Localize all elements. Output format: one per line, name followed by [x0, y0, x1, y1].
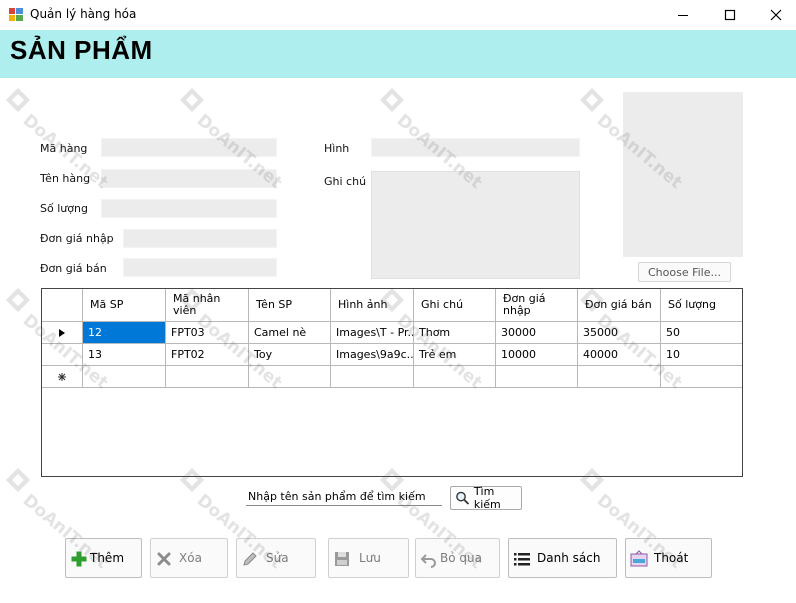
table-cell[interactable]: 50: [661, 322, 742, 344]
exit-button-label: Thoát: [654, 551, 689, 565]
list-icon: [514, 553, 530, 566]
plus-icon: [71, 551, 87, 567]
table-cell-new[interactable]: [249, 366, 331, 388]
save-button[interactable]: Lưu: [328, 538, 409, 578]
so-luong-input[interactable]: [101, 199, 277, 218]
table-cell[interactable]: Toy: [249, 344, 331, 366]
exit-button[interactable]: Thoát: [625, 538, 712, 578]
table-cell-new[interactable]: [83, 366, 166, 388]
minimize-button[interactable]: [660, 0, 706, 30]
save-button-label: Lưu: [359, 551, 381, 565]
table-cell[interactable]: Trẻ em: [414, 344, 496, 366]
ma-hang-input[interactable]: [101, 138, 277, 157]
search-input[interactable]: [246, 488, 442, 506]
undo-icon: [420, 554, 436, 568]
page-title: SẢN PHẨM: [10, 35, 153, 65]
header-banner: SẢN PHẨM: [0, 30, 796, 78]
skip-button-label: Bỏ qua: [440, 551, 482, 565]
table-cell[interactable]: Images\9a9c...: [331, 344, 414, 366]
hinh-input[interactable]: [371, 138, 580, 157]
add-button-label: Thêm: [90, 551, 125, 565]
column-header-don-gia-nhap[interactable]: Đơn giá nhập: [496, 289, 578, 322]
row-pointer-icon: [59, 328, 65, 337]
app-icon: [9, 8, 23, 21]
maximize-icon: [724, 9, 736, 21]
column-header-hinh-anh[interactable]: Hình ảnh: [331, 289, 414, 322]
column-header-so-luong[interactable]: Số lượng: [661, 289, 742, 322]
list-button-label: Danh sách: [537, 551, 601, 565]
ghi-chu-label: Ghi chú: [324, 175, 367, 188]
delete-button[interactable]: Xóa: [150, 538, 228, 578]
floppy-icon: [335, 552, 349, 566]
column-header-ghi-chu[interactable]: Ghi chú: [414, 289, 496, 322]
x-icon: [157, 552, 171, 566]
delete-button-label: Xóa: [179, 551, 202, 565]
table-cell[interactable]: 10000: [496, 344, 578, 366]
close-icon: [770, 9, 782, 21]
grid-corner-header: [42, 289, 83, 322]
table-cell[interactable]: Thơm: [414, 322, 496, 344]
product-data-grid[interactable]: Mã SP Mã nhân viên Tên SP Hình ảnh Ghi c…: [41, 288, 743, 477]
title-bar: Quản lý hàng hóa: [0, 0, 796, 30]
magnifier-icon: [456, 491, 470, 505]
table-cell[interactable]: 40000: [578, 344, 661, 366]
exit-icon: [630, 550, 648, 567]
table-cell[interactable]: FPT03: [166, 322, 249, 344]
column-header-ma-nhan-vien[interactable]: Mã nhân viên: [166, 289, 249, 322]
ten-hang-input[interactable]: [101, 169, 277, 188]
table-cell-new[interactable]: [496, 366, 578, 388]
table-cell[interactable]: Images\T - Pr...: [331, 322, 414, 344]
ghi-chu-textarea[interactable]: [371, 171, 580, 279]
edit-button-label: Sửa: [266, 551, 289, 565]
ten-hang-label: Tên hàng: [40, 172, 91, 185]
skip-button[interactable]: Bỏ qua: [415, 538, 500, 578]
table-cell[interactable]: 10: [661, 344, 742, 366]
column-header-ten-sp[interactable]: Tên SP: [249, 289, 331, 322]
search-button[interactable]: Tìm kiếm: [450, 485, 522, 511]
hinh-label: Hình: [324, 142, 350, 155]
table-cell-new[interactable]: [661, 366, 742, 388]
pencil-icon: [243, 552, 257, 566]
add-button[interactable]: Thêm: [65, 538, 142, 578]
table-cell-new[interactable]: [578, 366, 661, 388]
column-header-ma-sp[interactable]: Mã SP: [83, 289, 166, 322]
product-picture-box: [623, 92, 743, 257]
new-row-icon: [58, 372, 66, 381]
table-cell[interactable]: FPT02: [166, 344, 249, 366]
so-luong-label: Số lượng: [40, 202, 88, 215]
table-cell[interactable]: 30000: [496, 322, 578, 344]
table-cell[interactable]: 12: [83, 322, 166, 344]
don-gia-nhap-label: Đơn giá nhập: [40, 232, 114, 245]
don-gia-ban-label: Đơn giá bán: [40, 262, 107, 275]
edit-button[interactable]: Sửa: [236, 538, 316, 578]
table-cell[interactable]: 35000: [578, 322, 661, 344]
table-cell-new[interactable]: [414, 366, 496, 388]
choose-file-button[interactable]: Choose File...: [638, 262, 731, 282]
row-header-new[interactable]: [42, 366, 83, 388]
ma-hang-label: Mã hàng: [40, 142, 88, 155]
column-header-don-gia-ban[interactable]: Đơn giá bán: [578, 289, 661, 322]
close-button[interactable]: [753, 0, 796, 30]
row-header-current[interactable]: [42, 322, 83, 344]
maximize-button[interactable]: [707, 0, 753, 30]
table-cell-new[interactable]: [331, 366, 414, 388]
window-title: Quản lý hàng hóa: [30, 7, 137, 21]
table-cell[interactable]: Camel nè: [249, 322, 331, 344]
don-gia-ban-input[interactable]: [123, 258, 277, 277]
table-cell[interactable]: 13: [83, 344, 166, 366]
list-button[interactable]: Danh sách: [508, 538, 617, 578]
minimize-icon: [678, 15, 688, 16]
search-button-label: Tìm kiếm: [473, 485, 501, 511]
table-cell-new[interactable]: [166, 366, 249, 388]
don-gia-nhap-input[interactable]: [123, 229, 277, 248]
row-header[interactable]: [42, 344, 83, 366]
